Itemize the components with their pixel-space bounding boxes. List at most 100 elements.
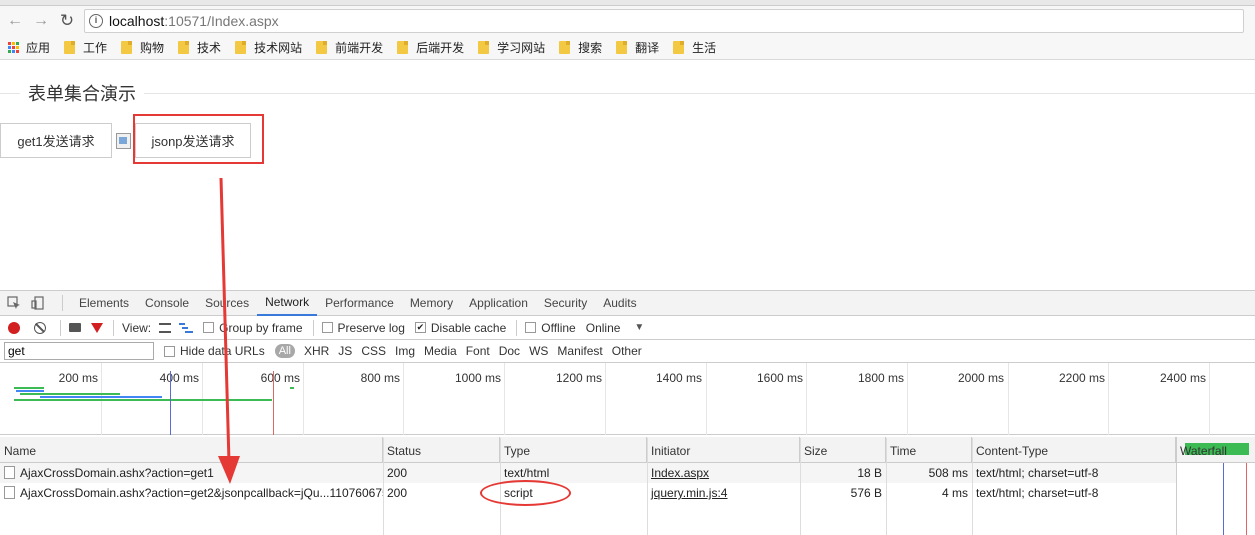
timeline-tick: [605, 363, 606, 435]
checkbox-label: Offline: [541, 320, 576, 335]
toolbar-separator: [516, 319, 518, 336]
clear-icon[interactable]: [34, 321, 46, 334]
list-view-icon[interactable]: [159, 322, 172, 333]
request-initiator-link[interactable]: jquery.min.js:4: [647, 483, 800, 503]
inspect-element-icon[interactable]: [6, 296, 22, 310]
request-name: AjaxCrossDomain.ashx?action=get2&jsonpca…: [20, 486, 383, 500]
tab-network[interactable]: Network: [257, 291, 318, 316]
filter-type-other[interactable]: Other: [612, 344, 642, 358]
folder-icon: [121, 41, 133, 54]
filter-type-all[interactable]: All: [274, 344, 295, 358]
bookmark-folder[interactable]: 技术网站: [235, 39, 302, 56]
column-header-content-type[interactable]: Content-Type: [972, 437, 1176, 463]
timeline-request-bar: [14, 399, 272, 401]
dropdown-arrow-icon: ▼: [634, 322, 645, 333]
checkbox[interactable]: [525, 322, 537, 333]
bookmarks-bar: 应用 工作 购物 技术 技术网站 前端开发 后端开发 学习网站 搜索 翻译 生活: [0, 36, 1255, 60]
checkbox[interactable]: [164, 345, 175, 357]
filter-type-img[interactable]: Img: [395, 344, 415, 358]
group-by-frame-checkbox[interactable]: Group by frame: [203, 320, 303, 335]
offline-checkbox[interactable]: Offline: [525, 320, 576, 335]
url-input[interactable]: i localhost:10571/Index.aspx: [84, 9, 1244, 33]
folder-icon: [316, 41, 328, 54]
folder-icon: [673, 41, 685, 54]
column-header-type[interactable]: Type: [500, 437, 647, 463]
filter-type-ws[interactable]: WS: [529, 344, 548, 358]
hide-data-urls-checkbox[interactable]: Hide data URLs: [164, 344, 265, 358]
preserve-log-checkbox[interactable]: Preserve log: [321, 321, 405, 335]
column-header-size[interactable]: Size: [800, 437, 886, 463]
bookmark-folder[interactable]: 后端开发: [397, 39, 464, 56]
tab-sources[interactable]: Sources: [197, 291, 257, 316]
checkbox-checked[interactable]: ✔: [414, 322, 426, 333]
column-header-time[interactable]: Time: [886, 437, 972, 463]
network-overview-timeline[interactable]: 200 ms 400 ms 600 ms 800 ms 1000 ms 1200…: [0, 363, 1255, 435]
record-icon[interactable]: [8, 321, 20, 334]
bookmark-label: 应用: [26, 41, 51, 55]
info-icon[interactable]: i: [89, 14, 103, 28]
device-toolbar-icon[interactable]: [30, 296, 46, 310]
filter-type-manifest[interactable]: Manifest: [557, 344, 602, 358]
forward-icon[interactable]: →: [30, 10, 52, 32]
tab-performance[interactable]: Performance: [317, 291, 402, 316]
tab-audits[interactable]: Audits: [595, 291, 644, 316]
timeline-tick: [1209, 363, 1210, 435]
disable-cache-checkbox[interactable]: ✔ Disable cache: [414, 321, 506, 335]
column-header-name[interactable]: Name: [0, 437, 383, 463]
timeline-tick-label: 600 ms: [260, 371, 300, 385]
folder-icon: [559, 41, 571, 54]
tab-security[interactable]: Security: [536, 291, 595, 316]
bookmark-folder[interactable]: 工作: [64, 39, 107, 56]
filter-input[interactable]: [4, 342, 154, 360]
filter-type-doc[interactable]: Doc: [499, 344, 520, 358]
back-icon[interactable]: ←: [4, 10, 26, 32]
bookmark-folder[interactable]: 前端开发: [316, 39, 383, 56]
filter-type-media[interactable]: Media: [424, 344, 457, 358]
filter-type-css[interactable]: CSS: [361, 344, 386, 358]
throttling-select[interactable]: Online ▼: [586, 321, 645, 335]
domcontentloaded-line: [170, 371, 171, 435]
checkbox-label: Group by frame: [219, 320, 303, 335]
filter-icon[interactable]: [91, 322, 103, 333]
timeline-tick: [403, 363, 404, 435]
column-header-waterfall[interactable]: Waterfall: [1176, 437, 1255, 463]
timeline-tick-label: 2000 ms: [957, 371, 1004, 385]
bookmark-label: 搜索: [578, 41, 603, 55]
waterfall-view-icon[interactable]: [179, 322, 194, 333]
screenshot-camera-icon[interactable]: [69, 323, 81, 332]
tab-console[interactable]: Console: [137, 291, 197, 316]
filter-type-xhr[interactable]: XHR: [304, 344, 329, 358]
request-initiator-link[interactable]: Index.aspx: [647, 463, 800, 483]
timeline-request-bar: [290, 387, 294, 389]
request-status: 200: [387, 466, 408, 480]
bookmark-folder[interactable]: 学习网站: [478, 39, 545, 56]
bookmark-folder[interactable]: 搜索: [559, 39, 602, 56]
bookmark-folder[interactable]: 翻译: [616, 39, 659, 56]
filter-type-js[interactable]: JS: [338, 344, 352, 358]
column-divider: [383, 438, 384, 535]
bookmark-folder[interactable]: 技术: [178, 39, 221, 56]
column-header-status[interactable]: Status: [383, 437, 500, 463]
tab-elements[interactable]: Elements: [71, 291, 137, 316]
checkbox[interactable]: [321, 322, 333, 333]
bookmark-apps[interactable]: 应用: [8, 39, 50, 56]
filter-type-font[interactable]: Font: [466, 344, 490, 358]
bookmark-folder[interactable]: 购物: [121, 39, 164, 56]
get1-button[interactable]: get1发送请求: [0, 123, 112, 158]
checkbox[interactable]: [203, 322, 215, 333]
request-time: 4 ms: [941, 486, 968, 500]
table-row[interactable]: AjaxCrossDomain.ashx?action=get2&jsonpca…: [0, 483, 1176, 503]
tab-memory[interactable]: Memory: [402, 291, 461, 316]
bookmark-folder[interactable]: 生活: [673, 39, 716, 56]
network-toolbar: View: Group by frame Preserve log ✔ Disab…: [0, 316, 1255, 340]
request-name: AjaxCrossDomain.ashx?action=get1: [20, 466, 214, 480]
reload-icon[interactable]: ↻: [56, 10, 78, 32]
column-header-initiator[interactable]: Initiator: [647, 437, 800, 463]
request-content-type: text/html; charset=utf-8: [976, 466, 1099, 480]
tab-application[interactable]: Application: [461, 291, 536, 316]
checkbox-label: Hide data URLs: [180, 344, 265, 358]
table-row[interactable]: AjaxCrossDomain.ashx?action=get1 200 tex…: [0, 463, 1176, 483]
devtools-panel: Elements Console Sources Network Perform…: [0, 290, 1255, 535]
url-host: localhost: [109, 13, 165, 29]
request-content-type: text/html; charset=utf-8: [976, 486, 1099, 500]
